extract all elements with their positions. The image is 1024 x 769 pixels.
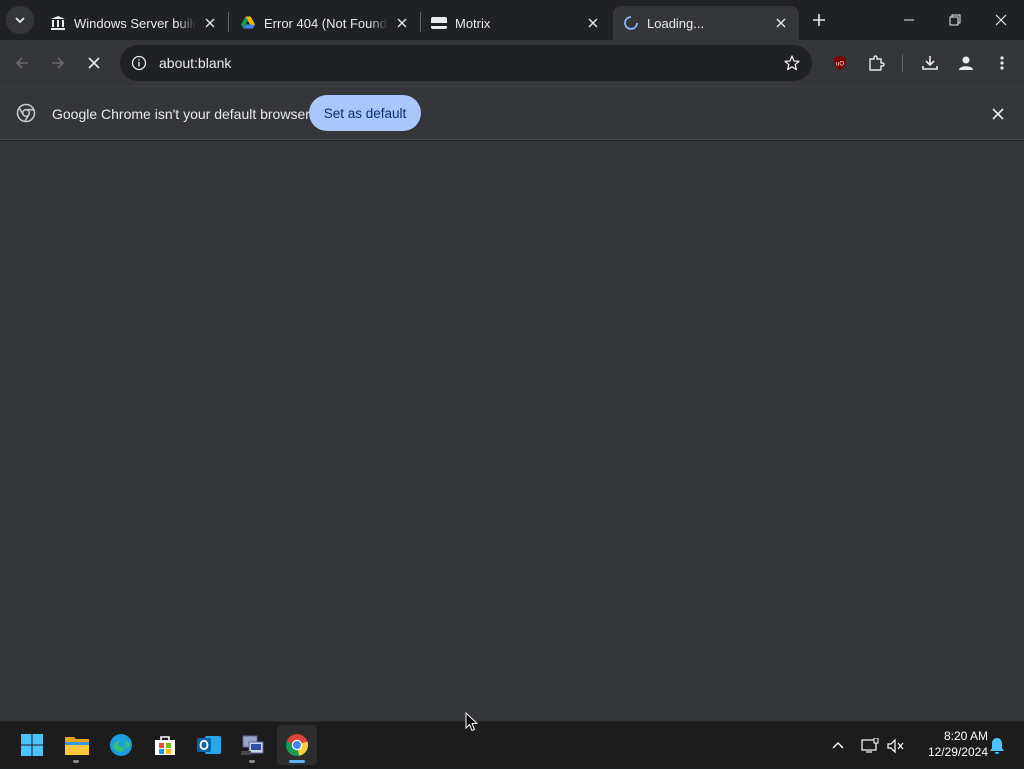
restore-button[interactable] xyxy=(932,0,978,40)
taskbar-network-app[interactable] xyxy=(233,725,273,765)
download-icon xyxy=(922,56,938,70)
motrix-icon xyxy=(431,15,447,31)
close-icon[interactable] xyxy=(394,15,410,31)
chevron-down-icon xyxy=(15,17,25,24)
taskbar-edge[interactable] xyxy=(101,725,141,765)
svg-text:uO: uO xyxy=(836,62,844,68)
extensions-button[interactable] xyxy=(862,49,890,77)
new-tab-button[interactable] xyxy=(806,7,832,33)
close-window-button[interactable] xyxy=(978,0,1024,40)
chevron-up-icon xyxy=(832,741,844,748)
default-browser-infobar: Google Chrome isn't your default browser… xyxy=(0,86,1024,140)
back-button[interactable] xyxy=(8,49,36,77)
chrome-logo-icon xyxy=(16,103,36,123)
tab-separator xyxy=(228,12,229,32)
network-app-icon xyxy=(241,735,264,755)
back-icon xyxy=(15,57,28,69)
url-text[interactable]: about:blank xyxy=(159,55,231,71)
page-content[interactable] xyxy=(0,141,1024,721)
menu-kebab-icon xyxy=(1000,56,1004,70)
plus-icon xyxy=(813,14,825,26)
network-status-button[interactable] xyxy=(858,722,882,769)
tab-motrix[interactable]: Motrix xyxy=(421,6,611,40)
tab-loading[interactable]: Loading... xyxy=(613,6,799,40)
outlook-icon xyxy=(197,736,221,754)
taskbar-chrome[interactable] xyxy=(277,725,317,765)
infobar-close-button[interactable] xyxy=(988,104,1008,124)
active-indicator xyxy=(289,760,305,763)
notifications-button[interactable] xyxy=(986,722,1008,769)
toolbar-separator xyxy=(902,54,903,72)
edge-icon xyxy=(110,734,132,756)
stop-button[interactable] xyxy=(80,49,108,77)
bell-icon xyxy=(990,737,1004,754)
museum-icon xyxy=(50,15,66,31)
mouse-cursor-icon xyxy=(465,712,479,732)
tab-title: Windows Server build xyxy=(74,15,196,31)
network-icon xyxy=(861,737,879,753)
profile-icon xyxy=(959,56,973,70)
address-bar[interactable]: about:blank xyxy=(120,45,812,81)
running-indicator xyxy=(73,760,79,763)
stop-icon xyxy=(88,57,100,69)
minimize-button[interactable] xyxy=(886,0,932,40)
start-button[interactable] xyxy=(12,725,52,765)
windows-taskbar: 8:20 AM 12/29/2024 xyxy=(0,721,1024,768)
loading-spinner-icon xyxy=(623,15,639,31)
taskbar-file-explorer[interactable] xyxy=(57,725,97,765)
ublock-origin-icon: uO xyxy=(834,56,846,70)
show-hidden-icons-button[interactable] xyxy=(826,722,850,769)
volume-button[interactable] xyxy=(884,722,908,769)
tab-strip: Windows Server build Error 404 (Not Foun… xyxy=(0,0,1024,40)
tab-title: Error 404 (Not Found)!! xyxy=(264,15,388,31)
clock-date: 12/29/2024 xyxy=(927,745,988,759)
infobar-message: Google Chrome isn't your default browser xyxy=(52,106,310,122)
forward-button[interactable] xyxy=(44,49,72,77)
close-icon xyxy=(992,108,1004,120)
volume-muted-icon xyxy=(887,738,904,753)
bookmark-star-icon[interactable] xyxy=(782,53,802,73)
google-drive-icon xyxy=(240,15,256,31)
tab-windows-server[interactable]: Windows Server build xyxy=(40,6,228,40)
set-as-default-button[interactable]: Set as default xyxy=(309,95,421,131)
restore-icon xyxy=(949,14,961,26)
tab-title: Motrix xyxy=(455,15,491,31)
close-icon[interactable] xyxy=(585,15,601,31)
minimize-icon xyxy=(904,19,914,21)
windows-start-icon xyxy=(21,734,43,756)
taskbar-microsoft-store[interactable] xyxy=(145,725,185,765)
tab-title: Loading... xyxy=(647,15,705,31)
chrome-icon xyxy=(285,734,309,757)
taskbar-outlook[interactable] xyxy=(189,725,229,765)
chrome-menu-button[interactable] xyxy=(988,49,1016,77)
browser-toolbar: about:blank uO xyxy=(0,40,1024,86)
tab-search-button[interactable] xyxy=(6,6,34,34)
profile-button[interactable] xyxy=(952,49,980,77)
forward-icon xyxy=(52,57,65,69)
close-icon xyxy=(995,14,1007,26)
tab-error-404[interactable]: Error 404 (Not Found)!! xyxy=(230,6,420,40)
site-info-icon[interactable] xyxy=(122,45,156,81)
close-icon[interactable] xyxy=(202,15,218,31)
file-explorer-icon xyxy=(65,737,89,755)
taskbar-clock[interactable]: 8:20 AM 12/29/2024 xyxy=(912,728,988,760)
clock-time: 8:20 AM xyxy=(943,729,988,743)
ublock-origin-button[interactable]: uO xyxy=(826,49,854,77)
downloads-button[interactable] xyxy=(916,49,944,77)
microsoft-store-icon xyxy=(155,736,175,755)
extensions-puzzle-icon xyxy=(869,55,885,71)
close-icon[interactable] xyxy=(773,15,789,31)
running-indicator xyxy=(249,760,255,763)
